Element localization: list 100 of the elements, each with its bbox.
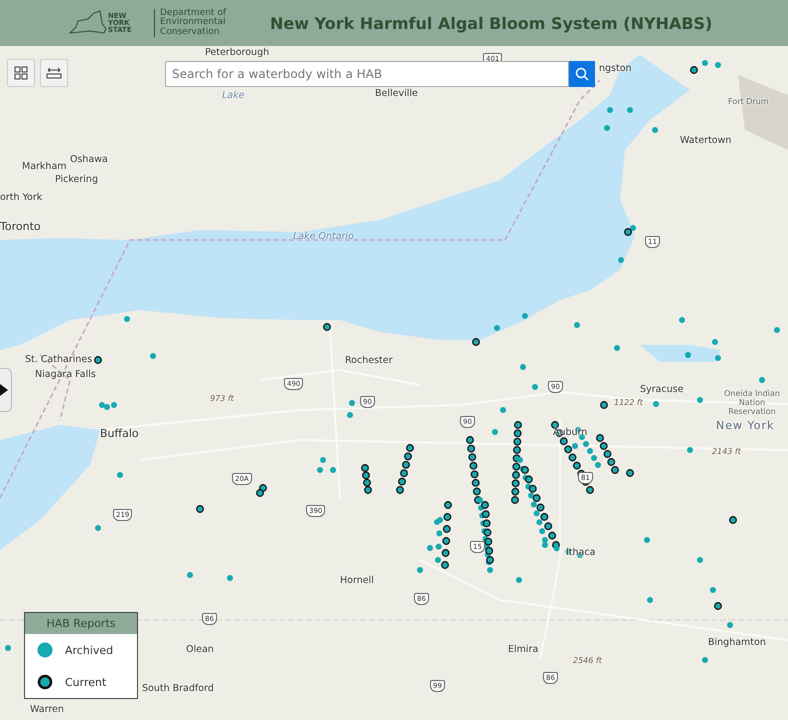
report-marker-cluster — [596, 434, 619, 474]
map-label: Peterborough — [205, 48, 270, 58]
archived-report-marker — [727, 622, 733, 628]
map-label: Elmira — [508, 645, 538, 656]
map-label: Watertown — [680, 136, 732, 146]
archived-report-marker — [614, 345, 620, 351]
report-marker-cluster — [481, 501, 494, 564]
map-label: New York — [716, 420, 774, 432]
report-marker-cluster — [361, 464, 372, 494]
legend-title: HAB Reports — [25, 613, 137, 634]
map-label: Warren — [30, 705, 64, 716]
current-report-marker — [196, 505, 204, 513]
elevation-label: 2143 ft — [712, 448, 741, 457]
report-marker-cluster — [466, 436, 482, 504]
legend-label: Current — [65, 676, 106, 688]
archived-report-marker — [532, 384, 538, 390]
archived-report-marker — [347, 412, 353, 418]
map-label: Pickering — [55, 175, 98, 186]
map-label: Syracuse — [640, 385, 684, 396]
archived-report-marker — [227, 575, 233, 581]
archived-report-marker — [697, 557, 703, 563]
current-report-marker — [714, 602, 722, 610]
archived-report-marker — [653, 401, 659, 407]
map-label: Olean — [186, 645, 214, 656]
map-label: Buffalo — [100, 428, 139, 440]
current-report-marker — [323, 323, 331, 331]
map-label: Toronto — [0, 221, 41, 234]
report-marker-cluster — [396, 444, 414, 494]
archived-report-marker — [715, 62, 721, 68]
archived-report-marker — [500, 407, 506, 413]
map-label: St. Catharines — [25, 355, 92, 366]
current-report-marker — [729, 516, 737, 524]
archived-report-marker — [95, 525, 101, 531]
archived-report-marker — [187, 572, 193, 578]
archived-report-marker — [427, 545, 433, 551]
archived-report-marker — [330, 467, 336, 473]
current-report-marker — [624, 228, 632, 236]
archived-report-marker — [715, 355, 721, 361]
map-label: ngston — [599, 64, 632, 74]
archived-report-marker — [604, 125, 610, 131]
archived-report-marker — [697, 397, 703, 403]
archived-report-marker — [349, 400, 355, 406]
archived-report-marker — [618, 257, 624, 263]
archived-report-marker — [574, 322, 580, 328]
archived-report-marker — [702, 657, 708, 663]
search-field[interactable]: Search for a waterbody with a HAB — [165, 61, 569, 87]
archived-report-marker — [522, 313, 528, 319]
map-label: Oneida Indian Nation Reservation — [723, 390, 781, 416]
map-label: Lake Ontario — [293, 232, 354, 242]
grid-icon — [14, 66, 28, 80]
grid-tool-button[interactable] — [7, 59, 35, 87]
archived-report-marker — [494, 325, 500, 331]
archived-report-marker — [685, 352, 691, 358]
current-report-marker — [600, 401, 608, 409]
archived-report-marker — [759, 377, 765, 383]
triangle-right-icon — [0, 384, 8, 396]
archived-report-marker — [320, 457, 326, 463]
archived-report-marker — [417, 567, 423, 573]
map-label: Fort Drum — [728, 98, 768, 107]
archived-report-marker — [572, 443, 578, 449]
current-report-marker — [690, 66, 698, 74]
archived-report-marker — [710, 587, 716, 593]
archived-report-marker — [652, 127, 658, 133]
map-label: Markham — [22, 162, 67, 172]
archived-report-marker — [124, 316, 130, 322]
archived-report-marker — [630, 225, 636, 231]
archived-report-marker — [774, 327, 780, 333]
agency-name: Department of Environmental Conservation — [154, 8, 230, 38]
legend-dot-icon — [37, 674, 53, 690]
archived-report-marker — [520, 364, 526, 370]
current-report-marker — [472, 338, 480, 346]
archived-report-marker — [117, 472, 123, 478]
app-title: New York Harmful Algal Bloom System (NYHABS) — [270, 14, 712, 32]
map-label: Belleville — [375, 89, 418, 100]
elevation-label: 973 ft — [210, 395, 234, 404]
archived-report-marker — [317, 467, 323, 473]
archived-report-marker — [492, 429, 498, 435]
archived-report-marker — [687, 447, 693, 453]
legend-label: Archived — [65, 644, 114, 656]
map-label: Niagara Falls — [35, 370, 96, 380]
archived-report-marker — [644, 537, 650, 543]
ruler-icon — [46, 66, 62, 80]
archived-report-marker — [679, 317, 685, 323]
map-label: Binghamton — [708, 638, 766, 648]
measure-tool-button[interactable] — [40, 59, 68, 87]
map-label: South Bradford — [142, 684, 214, 694]
current-report-marker — [94, 356, 102, 364]
archived-report-marker — [607, 107, 613, 113]
archived-report-marker — [647, 597, 653, 603]
map-label: Lake — [222, 91, 244, 102]
archived-report-marker — [5, 645, 11, 651]
archived-report-marker — [712, 339, 718, 345]
map-label: Rochester — [345, 356, 392, 366]
search-button[interactable] — [569, 61, 595, 87]
current-report-marker — [626, 469, 634, 477]
search-icon — [575, 67, 589, 81]
archived-report-marker — [702, 60, 708, 66]
map-label: Hornell — [340, 576, 374, 586]
map-label: Oshawa — [70, 155, 108, 166]
elevation-label: 2546 ft — [573, 657, 602, 666]
